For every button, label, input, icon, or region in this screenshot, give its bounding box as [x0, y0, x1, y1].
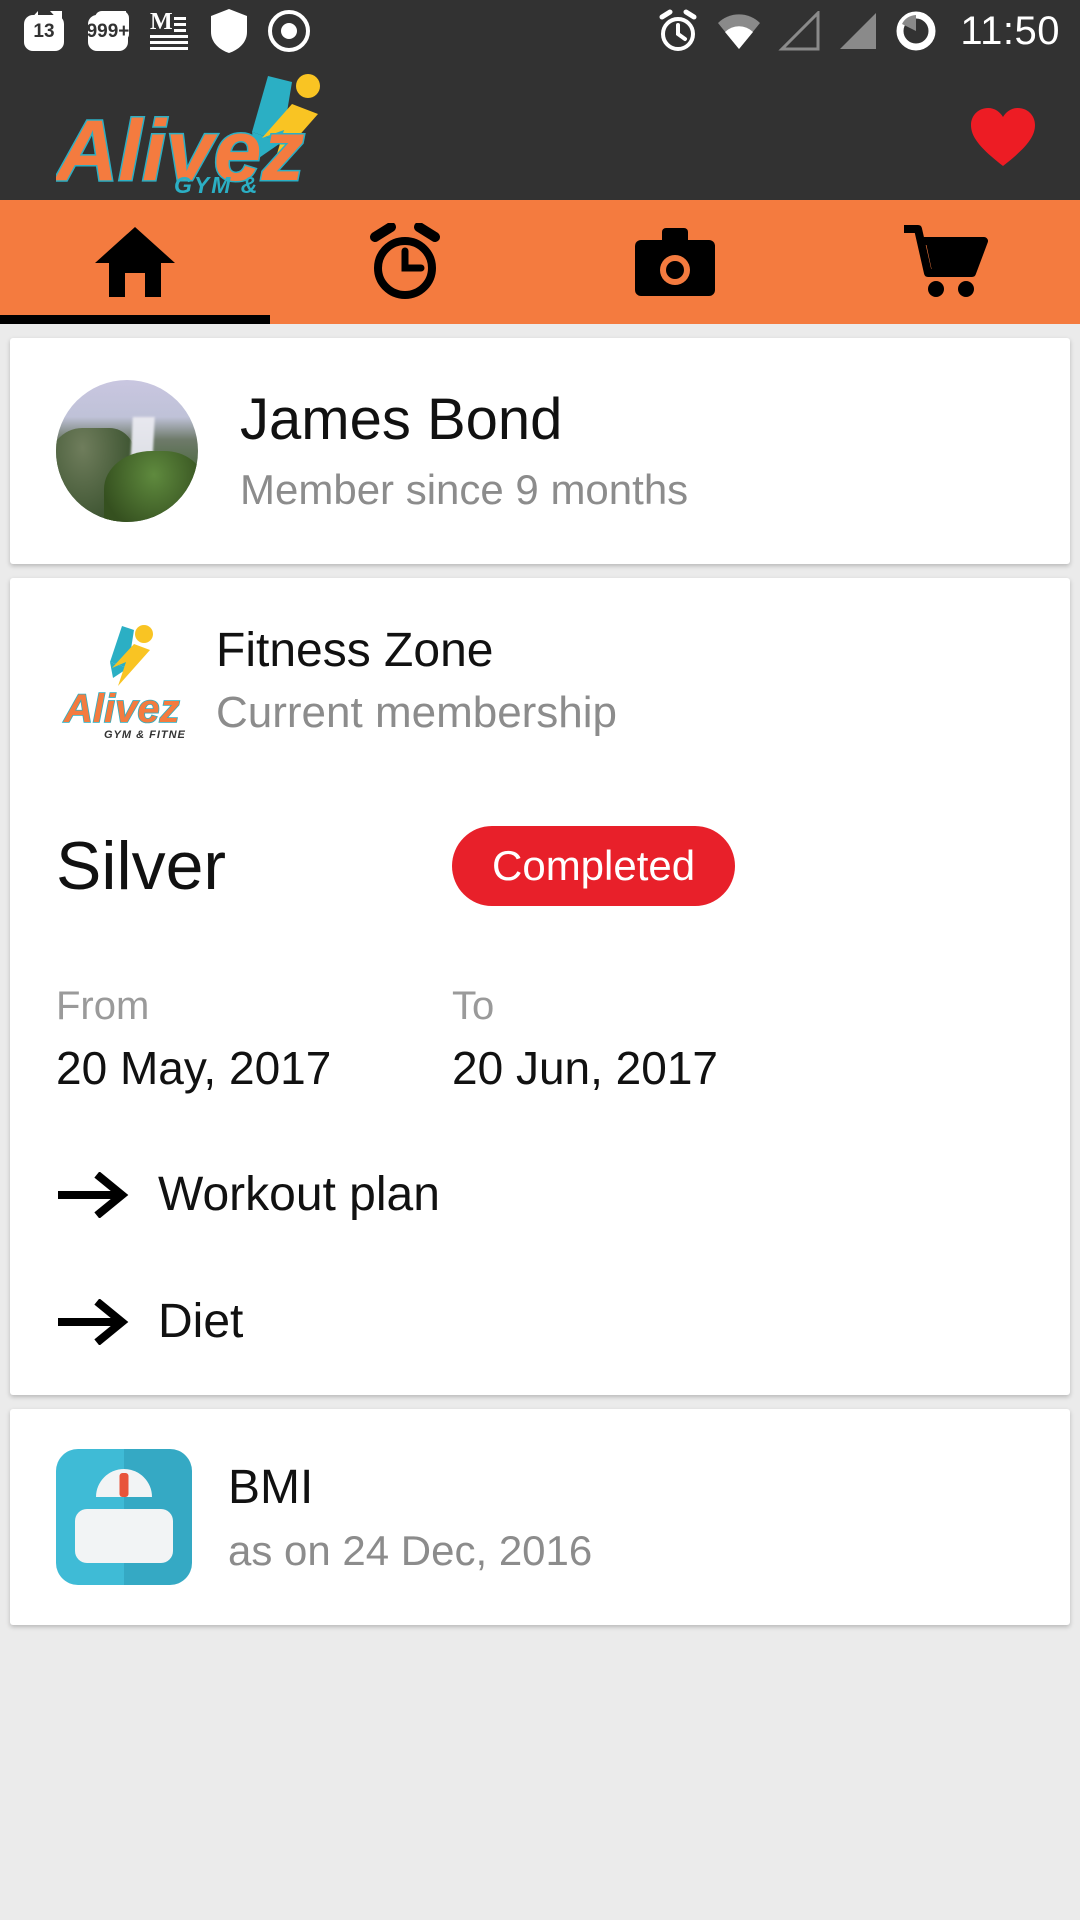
avatar	[56, 380, 198, 522]
home-icon	[95, 227, 175, 297]
cat-notification-stacked-icon: 999+	[86, 9, 130, 53]
plan-name: Silver	[56, 828, 227, 904]
profile-card[interactable]: James Bond Member since 9 months	[10, 338, 1070, 564]
cat-notification-count: 13	[33, 21, 55, 42]
profile-text: James Bond Member since 9 months	[240, 386, 689, 515]
plan-row: Silver Completed	[56, 826, 1024, 906]
alarm-icon	[659, 9, 697, 51]
status-bar-clock: 11:50	[960, 8, 1060, 53]
battery-circle-icon	[896, 11, 936, 51]
alarm-clock-icon	[370, 223, 440, 299]
workout-plan-label: Workout plan	[158, 1168, 440, 1221]
tab-schedule[interactable]	[270, 200, 540, 324]
tab-home[interactable]	[0, 200, 270, 324]
from-date: 20 May, 2017	[56, 1042, 332, 1094]
signal-bars-icon	[840, 13, 877, 49]
arrow-right-icon	[58, 1171, 129, 1218]
cat-notification-icon: 13	[22, 9, 66, 53]
tab-cart[interactable]	[810, 200, 1080, 324]
shopping-cart-icon	[904, 225, 988, 297]
membership-card: Alivez GYM & FITNESS Fitness Zone Curren…	[10, 578, 1070, 1395]
cat-notification-stacked-count: 999+	[86, 21, 130, 42]
status-badge: Completed	[452, 826, 736, 906]
app-header: Alivez GYM & FITNESS	[0, 62, 1080, 225]
weight-scale-icon	[56, 1449, 192, 1585]
status-bar: 13 999+ M 11:50	[0, 0, 1080, 62]
main-content: James Bond Member since 9 months Alivez …	[0, 338, 1080, 1625]
medium-article-icon: M	[150, 9, 188, 50]
to-date-column: To 20 Jun, 2017	[452, 984, 848, 1095]
from-label: From	[56, 984, 150, 1028]
profile-member-since: Member since 9 months	[240, 466, 689, 514]
from-date-column: From 20 May, 2017	[56, 984, 452, 1095]
record-dot-icon	[268, 10, 310, 52]
bmi-card[interactable]: BMI as on 24 Dec, 2016	[10, 1409, 1070, 1625]
signal-empty-icon	[778, 11, 820, 51]
bmi-subtitle: as on 24 Dec, 2016	[228, 1526, 593, 1574]
svg-text:M: M	[150, 9, 173, 35]
membership-caption: Current membership	[216, 687, 618, 737]
diet-link[interactable]: Diet	[56, 1294, 1024, 1349]
svg-text:GYM & FITNESS: GYM & FITNESS	[104, 729, 186, 741]
camera-icon	[635, 228, 715, 296]
alivez-gym-logo: Alivez GYM & FITNESS	[56, 616, 202, 744]
wifi-icon	[718, 14, 761, 50]
diet-label: Diet	[158, 1295, 244, 1348]
workout-plan-link[interactable]: Workout plan	[56, 1167, 1024, 1222]
to-label: To	[452, 984, 495, 1028]
tab-bar	[0, 200, 1080, 324]
gym-name: Fitness Zone	[216, 623, 494, 677]
membership-dates: From 20 May, 2017 To 20 Jun, 2017	[56, 984, 1024, 1095]
arrow-right-icon	[58, 1298, 129, 1345]
membership-header-text: Fitness Zone Current membership	[216, 623, 617, 738]
status-bar-notifications: 13 999+ M	[22, 8, 310, 54]
to-date: 20 Jun, 2017	[452, 1042, 719, 1094]
heart-icon[interactable]	[970, 106, 1036, 168]
shield-security-icon	[211, 9, 247, 53]
status-bar-system-icons: 11:50	[656, 9, 1060, 54]
tab-active-indicator	[0, 315, 270, 324]
profile-name: James Bond	[240, 386, 563, 452]
membership-header: Alivez GYM & FITNESS Fitness Zone Curren…	[56, 616, 1024, 744]
bmi-text: BMI as on 24 Dec, 2016	[228, 1460, 592, 1575]
tab-camera[interactable]	[540, 200, 810, 324]
svg-text:Alivez: Alivez	[63, 687, 180, 731]
alivez-logo: Alivez GYM & FITNESS	[53, 68, 376, 225]
bmi-title: BMI	[228, 1460, 314, 1514]
